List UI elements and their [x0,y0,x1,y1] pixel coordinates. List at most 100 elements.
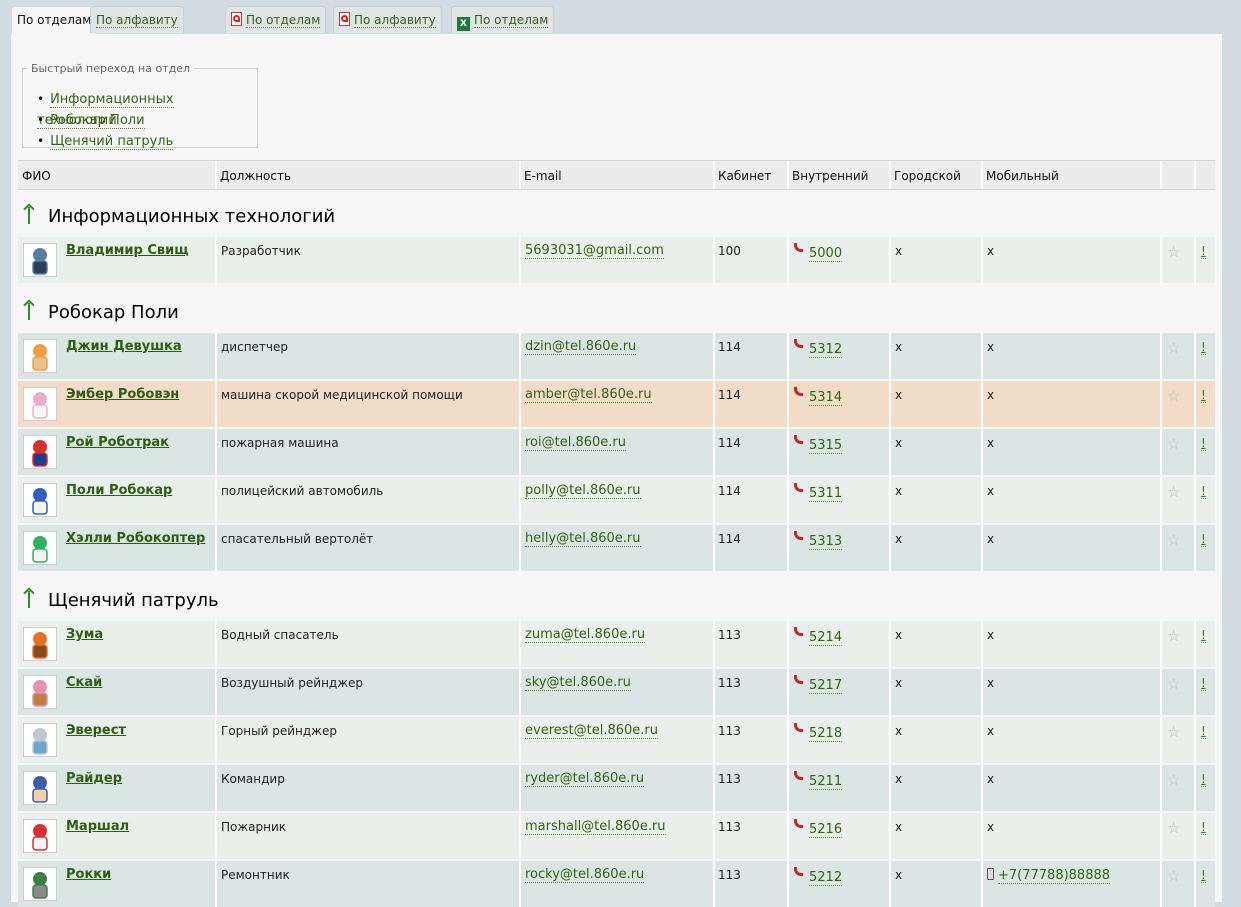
column-header-position[interactable]: Должность [220,169,291,183]
arrow-up-icon[interactable] [22,299,36,321]
email-link[interactable]: marshall@tel.860e.ru [525,819,666,835]
tab-pdf-by-department-link[interactable]: По отделам [246,13,321,28]
quick-nav-link-paw-patrol[interactable]: Щенячий патруль [50,134,174,150]
avatar[interactable] [23,339,57,373]
column-header-room[interactable]: Кабинет [718,169,771,183]
report-link[interactable]: ! [1201,244,1206,259]
favorite-star-icon[interactable]: ☆ [1167,771,1180,789]
tab-alphabetical-link[interactable]: По алфавиту [96,13,178,28]
avatar[interactable] [23,771,57,805]
internal-phone-link[interactable]: 5214 [809,630,843,646]
avatar[interactable] [23,531,57,565]
email-link[interactable]: zuma@tel.860e.ru [525,627,646,643]
report-link[interactable]: ! [1201,628,1206,643]
tab-by-department[interactable]: По отделам [11,6,98,35]
report-link[interactable]: ! [1201,436,1206,451]
avatar[interactable] [23,483,57,517]
internal-phone-link[interactable]: 5000 [809,246,843,262]
column-header-name[interactable]: ФИО [22,169,51,183]
avatar[interactable] [23,723,57,757]
report-link[interactable]: ! [1201,772,1206,787]
email-link[interactable]: rocky@tel.860e.ru [525,867,645,883]
avatar[interactable] [23,627,57,661]
mobile-phone-link[interactable]: +7(77788)88888 [998,868,1111,884]
internal-phone-link[interactable]: 5315 [809,438,843,454]
internal-phone-link[interactable]: 5217 [809,678,843,694]
tab-excel-by-department-link[interactable]: По отделам [474,13,549,28]
person-name[interactable]: Хэлли Робокоптер [66,531,205,546]
tab-pdf-by-department[interactable]: По отделам [225,6,327,33]
report-link[interactable]: ! [1201,532,1206,547]
person-name[interactable]: Скай [66,675,102,690]
person-email: sky@tel.860e.ru [525,675,631,691]
report-link[interactable]: ! [1201,340,1206,355]
internal-phone-link[interactable]: 5218 [809,726,843,742]
avatar[interactable] [23,243,57,277]
report-link[interactable]: ! [1201,820,1206,835]
column-header-internal[interactable]: Внутренний [792,169,868,183]
report-link[interactable]: ! [1201,868,1206,883]
avatar[interactable] [23,387,57,421]
tab-alphabetical[interactable]: По алфавиту [90,6,184,33]
person-name[interactable]: Поли Робокар [66,483,172,498]
column-header-mobile[interactable]: Мобильный [986,169,1059,183]
tab-excel-by-department[interactable]: X По отделам [451,6,555,33]
column-header-email[interactable]: E-mail [524,169,562,183]
person-name[interactable]: Эмбер Робовэн [66,387,179,402]
avatar[interactable] [23,819,57,853]
favorite-star-icon[interactable]: ☆ [1167,723,1180,741]
favorite-star-icon[interactable]: ☆ [1167,387,1180,405]
column-divider [215,861,217,907]
email-link[interactable]: helly@tel.860e.ru [525,531,641,547]
tab-pdf-alphabetical-link[interactable]: По алфавиту [354,13,436,28]
person-name[interactable]: Джин Девушка [66,339,182,354]
favorite-star-icon[interactable]: ☆ [1167,483,1180,501]
favorite-star-icon[interactable]: ☆ [1167,435,1180,453]
person-name[interactable]: Рокки [66,867,111,882]
avatar[interactable] [23,867,57,901]
favorite-star-icon[interactable]: ☆ [1167,675,1180,693]
internal-phone-link[interactable]: 5311 [809,486,843,502]
column-divider [215,477,217,523]
favorite-star-icon[interactable]: ☆ [1167,819,1180,837]
column-divider [215,237,217,283]
quick-nav-link-robocar[interactable]: Робокар Поли [50,113,145,129]
column-header-city[interactable]: Городской [894,169,961,183]
report-link[interactable]: ! [1201,388,1206,403]
person-name[interactable]: Маршал [66,819,129,834]
favorite-star-icon[interactable]: ☆ [1167,867,1180,885]
internal-phone-link[interactable]: 5313 [809,534,843,550]
favorite-star-icon[interactable]: ☆ [1167,531,1180,549]
avatar[interactable] [23,435,57,469]
favorite-star-icon[interactable]: ☆ [1167,243,1180,261]
report-link[interactable]: ! [1201,724,1206,739]
arrow-up-icon[interactable] [22,587,36,609]
person-name[interactable]: Эверест [66,723,126,738]
email-link[interactable]: ryder@tel.860e.ru [525,771,644,787]
arrow-up-icon[interactable] [22,203,36,225]
email-link[interactable]: 5693031@gmail.com [525,243,664,259]
internal-phone-link[interactable]: 5212 [809,870,843,886]
internal-phone-link[interactable]: 5211 [809,774,843,790]
tab-pdf-alphabetical[interactable]: По алфавиту [333,6,442,33]
internal-phone-link[interactable]: 5216 [809,822,843,838]
email-link[interactable]: everest@tel.860e.ru [525,723,658,739]
person-name[interactable]: Зума [66,627,103,642]
report-link[interactable]: ! [1201,484,1206,499]
person-name[interactable]: Владимир Свищ [66,243,189,258]
email-link[interactable]: sky@tel.860e.ru [525,675,631,691]
person-city-phone: x [895,436,903,450]
report-link[interactable]: ! [1201,676,1206,691]
person-city-phone: x [895,244,903,258]
email-link[interactable]: amber@tel.860e.ru [525,387,652,403]
internal-phone-link[interactable]: 5312 [809,342,843,358]
favorite-star-icon[interactable]: ☆ [1167,627,1180,645]
person-name[interactable]: Рой Роботрак [66,435,169,450]
email-link[interactable]: polly@tel.860e.ru [525,483,641,499]
person-name[interactable]: Райдер [66,771,122,786]
favorite-star-icon[interactable]: ☆ [1167,339,1180,357]
avatar[interactable] [23,675,57,709]
email-link[interactable]: roi@tel.860e.ru [525,435,626,451]
internal-phone-link[interactable]: 5314 [809,390,843,406]
email-link[interactable]: dzin@tel.860e.ru [525,339,637,355]
